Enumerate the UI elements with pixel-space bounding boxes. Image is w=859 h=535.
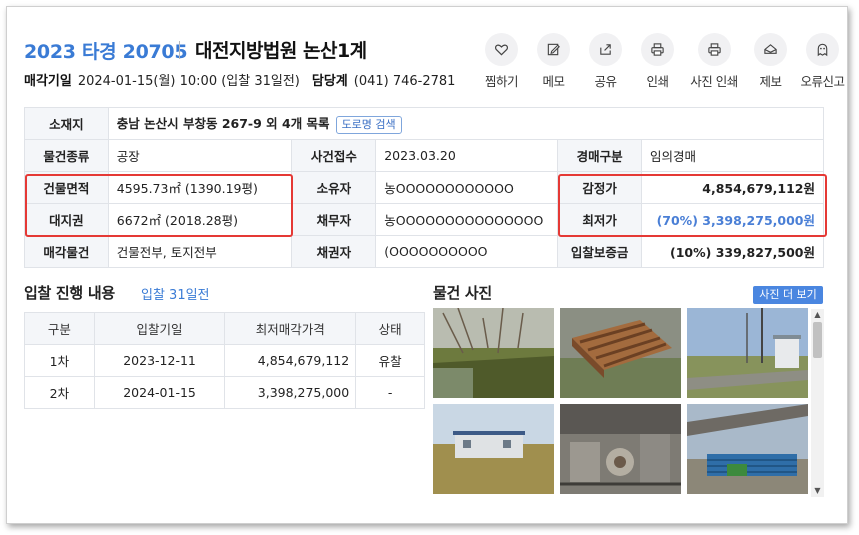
manager-phone: (041) 746-2781 — [353, 74, 456, 89]
table-row: 대지권 6672㎡ (2018.28평) 채무자 농OOOOOOOOOOOOOO… — [24, 203, 824, 236]
print-icon — [641, 33, 674, 66]
location-value: 충남 논산시 부창동 267-9 외 4개 목록 — [116, 116, 330, 131]
error-report-label: 오류신고 — [800, 74, 845, 89]
debtor-label: 채무자 — [291, 203, 377, 236]
sale-info-line: 매각기일 2024-01-15(월) 10:00 (입찰 31일전) 담당계 (041… — [24, 70, 455, 89]
edit-icon — [537, 33, 570, 66]
photo-print-label: 사진 인쇄 — [690, 74, 738, 89]
photo-gallery — [433, 308, 808, 498]
ghost-icon — [806, 33, 839, 66]
photo-factory-machinery[interactable] — [560, 404, 681, 494]
creditor-value: (OOOOOOOOOO — [375, 235, 559, 268]
photo-wooden-pallet[interactable] — [560, 308, 681, 398]
min-price-cell: 3,398,275,000 — [224, 376, 357, 409]
title-divider — [179, 41, 180, 59]
road-search-button[interactable]: 도로명 검색 — [335, 116, 402, 134]
min-price-value: (70%) 3,398,275,000원 — [641, 203, 824, 236]
bid-history-table: 구분 입찰기일 최저매각가격 상태 1차 2023-12-11 4,854,67… — [24, 312, 425, 409]
sale-items-value: 건물전부, 토지전부 — [107, 235, 293, 268]
sale-items-label: 매각물건 — [24, 235, 109, 268]
photo-print-button[interactable]: 사진 인쇄 — [684, 33, 744, 90]
column-header: 구분 — [24, 312, 95, 345]
table-row: 매각물건 건물전부, 토지전부 채권자 (OOOOOOOOOO 입찰보증금 (1… — [24, 235, 824, 268]
type-label: 물건종류 — [24, 139, 109, 172]
heart-icon — [485, 33, 518, 66]
photo-orchard-field[interactable] — [433, 308, 554, 398]
print-icon — [697, 33, 731, 66]
photo-container-building[interactable] — [433, 404, 554, 494]
property-info-table: 소재지 충남 논산시 부창동 267-9 외 4개 목록 도로명 검색 물건종류 … — [24, 107, 825, 268]
table-row: 1차 2023-12-11 4,854,679,112 유찰 — [24, 344, 425, 377]
photo-warehouse-shed[interactable] — [687, 404, 808, 494]
type-value: 공장 — [107, 139, 293, 172]
debtor-value: 농OOOOOOOOOOOOOOO — [375, 203, 559, 236]
report-label: 제보 — [759, 74, 782, 89]
building-area-value: 4595.73㎡ (1390.19평) — [107, 171, 293, 204]
min-price-cell: 4,854,679,112 — [224, 344, 357, 377]
appraisal-value: 4,854,679,112원 — [641, 171, 824, 204]
table-row: 소재지 충남 논산시 부창동 267-9 외 4개 목록 도로명 검색 — [24, 107, 825, 140]
location-label: 소재지 — [24, 107, 109, 140]
error-report-button[interactable]: 오류신고 — [797, 33, 848, 90]
bid-section-subtitle: 입찰 31일전 — [141, 288, 210, 303]
photo-scrollbar[interactable]: ▲ ▼ — [811, 309, 824, 497]
sale-date-value: 2024-01-15(월) 10:00 (입찰 31일전) — [77, 74, 300, 89]
action-toolbar: 찜하기 메모 공유 인쇄 사진 인쇄 제보 오류신고 — [476, 33, 849, 90]
building-area-label: 건물면적 — [24, 171, 109, 204]
auction-detail-panel: 2023 타경 20705 대전지방법원 논산1계 매각기일 2024-01-15… — [6, 6, 848, 524]
land-right-label: 대지권 — [24, 203, 109, 236]
bid-date-cell: 2024-01-15 — [93, 376, 226, 409]
deposit-value: (10%) 339,827,500원 — [641, 235, 824, 268]
table-row: 물건종류 공장 사건접수 2023.03.20 경매구분 임의경매 — [24, 139, 824, 172]
sale-date-label: 매각기일 — [24, 74, 72, 89]
auction-type-value: 임의경매 — [641, 139, 824, 172]
round-cell: 1차 — [24, 344, 95, 377]
column-header: 최저매각가격 — [224, 312, 357, 345]
bid-section-title: 입찰 진행 내용 — [24, 284, 115, 302]
received-value: 2023.03.20 — [375, 139, 559, 172]
status-cell: 유찰 — [355, 344, 425, 377]
appraisal-label: 감정가 — [557, 171, 643, 204]
table-header-row: 구분 입찰기일 최저매각가격 상태 — [24, 312, 425, 345]
more-photos-button[interactable]: 사진 더 보기 — [753, 286, 823, 304]
owner-value: 농OOOOOOOOOOOO — [375, 171, 559, 204]
report-button[interactable]: 제보 — [745, 33, 796, 90]
deposit-label: 입찰보증금 — [557, 235, 643, 268]
scroll-down-icon[interactable]: ▼ — [811, 485, 824, 497]
received-label: 사건접수 — [291, 139, 377, 172]
print-button[interactable]: 인쇄 — [632, 33, 683, 90]
column-header: 입찰기일 — [93, 312, 226, 345]
scroll-up-icon[interactable]: ▲ — [811, 309, 824, 321]
scrollbar-thumb[interactable] — [813, 322, 822, 358]
round-cell: 2차 — [24, 376, 95, 409]
favorite-label: 찜하기 — [484, 74, 519, 89]
favorite-button[interactable]: 찜하기 — [476, 33, 527, 90]
share-button[interactable]: 공유 — [580, 33, 631, 90]
print-label: 인쇄 — [646, 74, 669, 89]
creditor-label: 채권자 — [291, 235, 377, 268]
photo-guardhouse-road[interactable] — [687, 308, 808, 398]
share-label: 공유 — [594, 74, 617, 89]
status-cell: - — [355, 376, 425, 409]
land-right-value: 6672㎡ (2018.28평) — [107, 203, 293, 236]
manager-label: 담당계 — [311, 74, 348, 89]
min-price-label: 최저가 — [557, 203, 643, 236]
share-icon — [589, 33, 622, 66]
table-row: 건물면적 4595.73㎡ (1390.19평) 소유자 농OOOOOOOOOO… — [24, 171, 824, 204]
bid-date-cell: 2023-12-11 — [93, 344, 226, 377]
court-name: 대전지방법원 논산1계 — [195, 40, 367, 62]
photo-section-title: 물건 사진 — [433, 284, 492, 302]
megaphone-icon — [754, 33, 787, 66]
column-header: 상태 — [355, 312, 425, 345]
memo-label: 메모 — [542, 74, 565, 89]
location-cell: 충남 논산시 부창동 267-9 외 4개 목록 도로명 검색 — [107, 107, 825, 140]
auction-type-label: 경매구분 — [557, 139, 643, 172]
table-row: 2차 2024-01-15 3,398,275,000 - — [24, 376, 425, 409]
memo-button[interactable]: 메모 — [528, 33, 579, 90]
owner-label: 소유자 — [291, 171, 377, 204]
case-number: 2023 타경 20705 — [24, 41, 188, 63]
